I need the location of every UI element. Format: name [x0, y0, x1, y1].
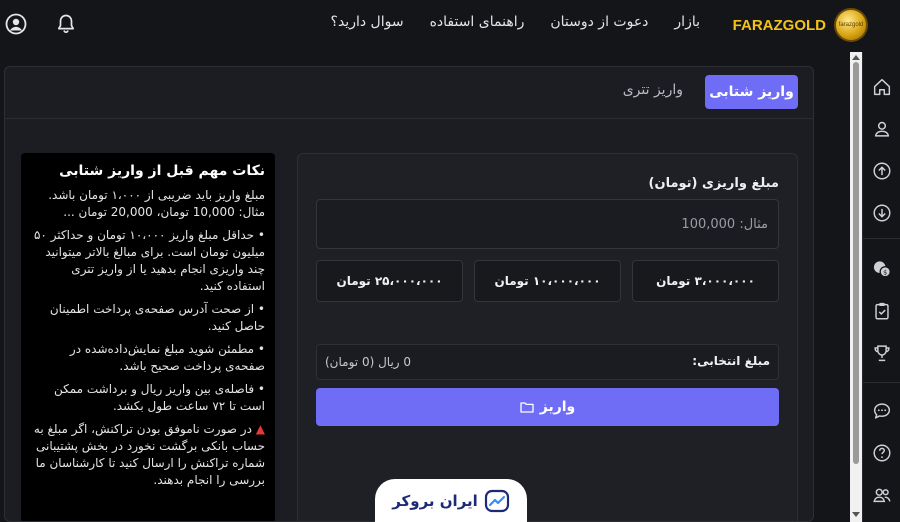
warning-icon: ▲ — [255, 422, 265, 436]
chart-logo-icon — [484, 489, 509, 512]
note-item: مبلغ واریز باید ضریبی از ۱،۰۰۰ تومان باش… — [48, 188, 265, 219]
watermark-text: ایران بروکر — [392, 491, 478, 510]
notes-title: نکات مهم قبل از واریز شتابی — [59, 163, 265, 179]
deposit-submit-label: واریز — [539, 399, 576, 415]
rail-divider — [863, 238, 900, 239]
tab-tether-deposit[interactable]: واریز تتری — [623, 82, 683, 98]
nav-invite-friends[interactable]: دعوت از دوستان — [550, 14, 648, 30]
help-icon[interactable] — [871, 442, 893, 464]
preset-25m-button[interactable]: ۲۵،۰۰۰،۰۰۰ تومان — [316, 260, 463, 302]
deposit-panel: واریز شتابی واریز تتری نکات مهم قبل از و… — [4, 66, 814, 522]
users-icon[interactable] — [871, 484, 893, 506]
folder-icon — [520, 402, 534, 413]
page-scrollbar[interactable] — [850, 52, 862, 522]
tab-fast-deposit[interactable]: واریز شتابی — [705, 75, 798, 109]
amount-label: مبلغ واریزی (تومان) — [648, 176, 779, 191]
deposit-tabs: واریز شتابی واریز تتری — [5, 67, 813, 119]
warning-text: در صورت ناموفق بودن تراکنش، اگر مبلغ به … — [33, 422, 265, 487]
note-item: • حداقل مبلغ واریز ۱۰،۰۰۰ تومان و حداکثر… — [33, 228, 265, 293]
svg-text:$: $ — [883, 269, 887, 277]
deposit-arrow-up-icon[interactable] — [871, 160, 893, 182]
clipboard-check-icon[interactable] — [871, 300, 893, 322]
preset-10m-button[interactable]: ۱۰،۰۰۰،۰۰۰ تومان — [474, 260, 621, 302]
brand-logo[interactable]: FARAZGOLD farazgold — [733, 6, 868, 44]
note-item: • فاصله‌ی بین واریز ریال و برداشت ممکن ا… — [53, 382, 265, 413]
side-rail: $ — [862, 52, 900, 522]
brand-coin-icon: farazgold — [834, 8, 868, 42]
note-item: • مطمئن شوید مبلغ نمایش‌داده‌شده در صفحه… — [69, 342, 265, 373]
main-nav: بازار دعوت از دوستان راهنمای استفاده سوا… — [331, 14, 700, 30]
deposit-submit-button[interactable]: واریز — [316, 388, 779, 426]
profile-icon[interactable] — [871, 118, 893, 140]
nav-market[interactable]: بازار — [674, 14, 700, 30]
chat-icon[interactable] — [871, 400, 893, 422]
selected-amount-label: مبلغ انتخابی: — [692, 354, 770, 368]
bell-icon[interactable] — [54, 12, 78, 36]
deposit-notes: نکات مهم قبل از واریز شتابی مبلغ واریز ب… — [21, 153, 275, 521]
note-item-warning: ▲ در صورت ناموفق بودن تراکنش، اگر مبلغ ب… — [31, 421, 265, 489]
user-circle-icon[interactable] — [4, 12, 28, 36]
coins-icon[interactable]: $ — [871, 258, 893, 280]
withdraw-arrow-down-icon[interactable] — [871, 202, 893, 224]
scroll-thumb[interactable] — [853, 62, 859, 464]
deposit-form: مبلغ واریزی (تومان) ۳،۰۰۰،۰۰۰ تومان ۱۰،۰… — [297, 153, 798, 521]
rail-divider — [863, 382, 900, 383]
nav-guide[interactable]: راهنمای استفاده — [430, 14, 525, 30]
amount-input[interactable] — [316, 199, 779, 249]
note-item: • از صحت آدرس صفحه‌ی پرداخت اطمینان حاصل… — [49, 302, 265, 333]
selected-amount-value: 0 ریال (0 تومان) — [325, 355, 412, 369]
home-icon[interactable] — [871, 76, 893, 98]
brand-name: FARAZGOLD — [732, 16, 826, 34]
scroll-up-arrow-icon[interactable] — [852, 55, 860, 60]
trophy-icon[interactable] — [871, 342, 893, 364]
scroll-down-arrow-icon[interactable] — [852, 512, 860, 517]
preset-3m-button[interactable]: ۳،۰۰۰،۰۰۰ تومان — [632, 260, 779, 302]
top-bar: FARAZGOLD farazgold بازار دعوت از دوستان… — [0, 0, 900, 52]
iranbroker-watermark: ایران بروکر — [375, 479, 527, 522]
nav-faq[interactable]: سوال دارید؟ — [331, 14, 404, 30]
selected-amount-row: مبلغ انتخابی: 0 ریال (0 تومان) — [316, 344, 779, 380]
